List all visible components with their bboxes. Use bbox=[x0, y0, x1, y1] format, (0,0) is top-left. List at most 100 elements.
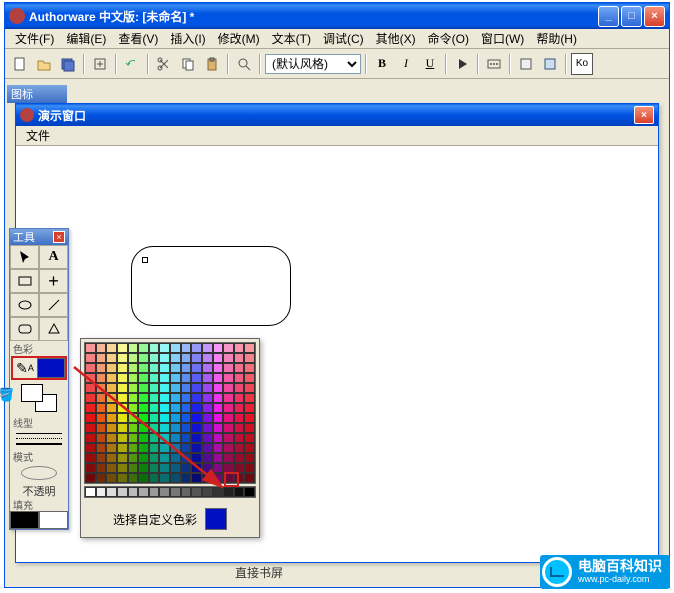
color-cell[interactable] bbox=[159, 373, 170, 383]
color-cell[interactable] bbox=[181, 363, 192, 373]
color-cell[interactable] bbox=[96, 453, 107, 463]
grayscale-cell[interactable] bbox=[149, 487, 160, 497]
color-cell[interactable] bbox=[170, 413, 181, 423]
color-cell[interactable] bbox=[170, 353, 181, 363]
color-cell[interactable] bbox=[244, 353, 255, 363]
color-cell[interactable] bbox=[117, 353, 128, 363]
color-cell[interactable] bbox=[223, 463, 234, 473]
color-cell[interactable] bbox=[244, 413, 255, 423]
color-cell[interactable] bbox=[85, 373, 96, 383]
color-cell[interactable] bbox=[96, 383, 107, 393]
color-cell[interactable] bbox=[170, 383, 181, 393]
color-cell[interactable] bbox=[85, 413, 96, 423]
tools-palette-close-button[interactable]: × bbox=[53, 231, 65, 243]
color-cell[interactable] bbox=[202, 453, 213, 463]
color-cell[interactable] bbox=[149, 423, 160, 433]
color-cell[interactable] bbox=[213, 433, 224, 443]
import-button[interactable] bbox=[89, 53, 111, 75]
color-cell[interactable] bbox=[85, 473, 96, 483]
color-cell[interactable] bbox=[170, 453, 181, 463]
color-cell[interactable] bbox=[106, 373, 117, 383]
grayscale-cell[interactable] bbox=[96, 487, 107, 497]
color-cell[interactable] bbox=[96, 363, 107, 373]
color-cell[interactable] bbox=[138, 473, 149, 483]
color-cell[interactable] bbox=[138, 343, 149, 353]
paste-button[interactable] bbox=[201, 53, 223, 75]
color-cell[interactable] bbox=[159, 413, 170, 423]
color-cell[interactable] bbox=[181, 383, 192, 393]
functions-button[interactable] bbox=[515, 53, 537, 75]
color-cell[interactable] bbox=[213, 413, 224, 423]
color-cell[interactable] bbox=[138, 353, 149, 363]
color-cell[interactable] bbox=[170, 463, 181, 473]
color-cell[interactable] bbox=[117, 413, 128, 423]
tools-palette-titlebar[interactable]: 工具 × bbox=[10, 229, 68, 245]
color-cell[interactable] bbox=[128, 353, 139, 363]
color-cell[interactable] bbox=[128, 363, 139, 373]
style-select[interactable]: (默认风格) bbox=[265, 54, 361, 74]
color-cell[interactable] bbox=[149, 463, 160, 473]
color-cell[interactable] bbox=[149, 343, 160, 353]
menu-file[interactable]: 文件(F) bbox=[9, 28, 60, 49]
color-cell[interactable] bbox=[117, 473, 128, 483]
color-cell[interactable] bbox=[213, 463, 224, 473]
color-cell[interactable] bbox=[159, 383, 170, 393]
foreground-color-swatch[interactable] bbox=[21, 384, 43, 402]
color-cell[interactable] bbox=[191, 413, 202, 423]
color-cell[interactable] bbox=[106, 343, 117, 353]
color-cell[interactable] bbox=[149, 353, 160, 363]
color-cell[interactable] bbox=[234, 343, 245, 353]
polygon-tool[interactable] bbox=[39, 317, 68, 341]
color-cell[interactable] bbox=[128, 393, 139, 403]
color-cell[interactable] bbox=[234, 353, 245, 363]
color-cell[interactable] bbox=[149, 453, 160, 463]
oval-tool[interactable] bbox=[10, 293, 39, 317]
color-cell[interactable] bbox=[244, 403, 255, 413]
color-cell[interactable] bbox=[170, 423, 181, 433]
color-cell[interactable] bbox=[181, 413, 192, 423]
color-cell[interactable] bbox=[170, 403, 181, 413]
open-button[interactable] bbox=[33, 53, 55, 75]
grayscale-cell[interactable] bbox=[128, 487, 139, 497]
presentation-menu-file[interactable]: 文件 bbox=[20, 125, 56, 146]
grayscale-cell[interactable] bbox=[117, 487, 128, 497]
grayscale-cell[interactable] bbox=[213, 487, 224, 497]
color-cell[interactable] bbox=[106, 433, 117, 443]
color-cell[interactable] bbox=[159, 353, 170, 363]
icon-panel-header[interactable]: 图标 bbox=[7, 85, 67, 103]
color-cell[interactable] bbox=[244, 423, 255, 433]
color-cell[interactable] bbox=[213, 403, 224, 413]
color-cell[interactable] bbox=[234, 363, 245, 373]
color-cell[interactable] bbox=[191, 343, 202, 353]
color-cell[interactable] bbox=[191, 393, 202, 403]
color-cell[interactable] bbox=[170, 393, 181, 403]
grayscale-cell[interactable] bbox=[244, 487, 255, 497]
color-cell[interactable] bbox=[213, 383, 224, 393]
color-cell[interactable] bbox=[213, 373, 224, 383]
color-cell[interactable] bbox=[191, 443, 202, 453]
menu-text[interactable]: 文本(T) bbox=[266, 28, 317, 49]
color-cell[interactable] bbox=[202, 363, 213, 373]
grayscale-cell[interactable] bbox=[191, 487, 202, 497]
color-cell[interactable] bbox=[223, 473, 234, 483]
color-cell[interactable] bbox=[213, 353, 224, 363]
color-cell[interactable] bbox=[106, 353, 117, 363]
copy-button[interactable] bbox=[177, 53, 199, 75]
color-cell[interactable] bbox=[149, 373, 160, 383]
corner-handle[interactable] bbox=[142, 257, 148, 263]
new-button[interactable] bbox=[9, 53, 31, 75]
color-cell[interactable] bbox=[244, 443, 255, 453]
color-cell[interactable] bbox=[85, 353, 96, 363]
color-cell[interactable] bbox=[117, 443, 128, 453]
color-cell[interactable] bbox=[223, 403, 234, 413]
color-cell[interactable] bbox=[149, 393, 160, 403]
grayscale-cell[interactable] bbox=[159, 487, 170, 497]
color-cell[interactable] bbox=[244, 473, 255, 483]
color-cell[interactable] bbox=[181, 393, 192, 403]
color-cell[interactable] bbox=[202, 443, 213, 453]
pointer-tool[interactable] bbox=[10, 245, 39, 269]
color-cell[interactable] bbox=[223, 443, 234, 453]
underline-button[interactable]: U bbox=[419, 53, 441, 75]
color-cell[interactable] bbox=[202, 433, 213, 443]
color-cell[interactable] bbox=[234, 433, 245, 443]
